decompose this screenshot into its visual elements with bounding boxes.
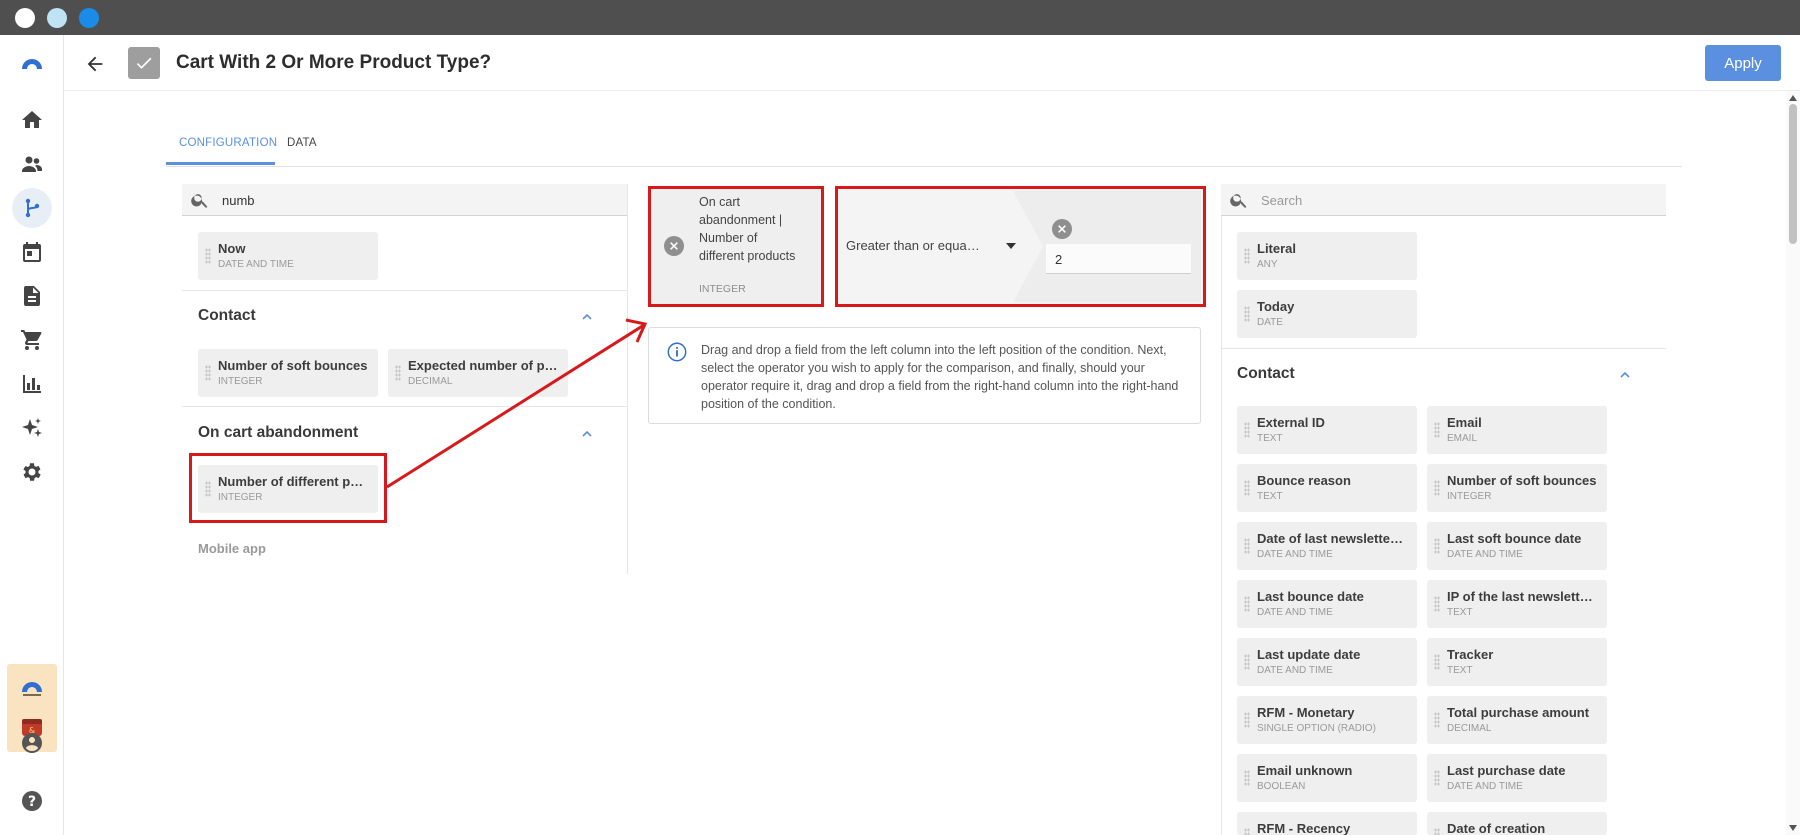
apply-button[interactable]: Apply — [1705, 45, 1781, 81]
field-card[interactable]: Last soft bounce date DATE AND TIME — [1427, 522, 1607, 570]
help-icon[interactable]: ? — [18, 787, 46, 815]
field-card[interactable]: Last purchase date DATE AND TIME — [1427, 754, 1607, 802]
highlight-box-source-field — [189, 453, 387, 523]
field-card[interactable]: RFM - Recency — [1237, 812, 1417, 835]
drag-handle-icon[interactable] — [1434, 828, 1440, 835]
field-card[interactable]: Last update date DATE AND TIME — [1237, 638, 1417, 686]
drag-handle-icon[interactable] — [1434, 712, 1440, 728]
field-card-literal[interactable]: Literal ANY — [1237, 232, 1417, 280]
drag-handle-icon[interactable] — [1244, 654, 1250, 670]
cart-icon[interactable] — [18, 326, 46, 354]
field-card[interactable]: Date of creation — [1427, 812, 1607, 835]
field-card[interactable]: Last bounce date DATE AND TIME — [1237, 580, 1417, 628]
logo-icon[interactable] — [18, 48, 46, 76]
field-card-today[interactable]: Today DATE — [1237, 290, 1417, 338]
drag-handle-icon[interactable] — [1434, 480, 1440, 496]
brand-logo-icon[interactable] — [20, 678, 44, 698]
drag-handle-icon[interactable] — [1244, 480, 1250, 496]
tab-active-indicator — [166, 162, 275, 165]
svg-text:?: ? — [28, 794, 36, 810]
chevron-up-icon[interactable] — [1619, 369, 1631, 381]
tab-configuration[interactable]: CONFIGURATION — [179, 137, 277, 149]
window-maximize-button[interactable] — [79, 8, 99, 28]
drag-handle-icon[interactable] — [1244, 770, 1250, 786]
drag-handle-icon[interactable] — [1244, 538, 1250, 554]
field-card[interactable]: RFM - Monetary SINGLE OPTION (RADIO) — [1237, 696, 1417, 744]
side-navigation: & ? — [0, 35, 64, 835]
home-icon[interactable] — [18, 106, 46, 134]
field-card[interactable]: Email EMAIL — [1427, 406, 1607, 454]
right-search-input[interactable] — [1261, 189, 1617, 211]
search-icon — [191, 194, 208, 208]
field-card[interactable]: IP of the last newslette… TEXT — [1427, 580, 1607, 628]
drag-handle-icon[interactable] — [1434, 538, 1440, 554]
field-card-now[interactable]: Now DATE AND TIME — [198, 232, 378, 280]
arrow-left-icon — [87, 56, 103, 72]
search-icon — [1230, 194, 1247, 208]
drag-handle-icon[interactable] — [1434, 770, 1440, 786]
help-info-box: Drag and drop a field from the left colu… — [648, 327, 1201, 424]
drag-handle-icon[interactable] — [205, 248, 211, 264]
sparkle-icon[interactable] — [18, 414, 46, 442]
field-card[interactable]: Number of soft bounces INTEGER — [1427, 464, 1607, 512]
chart-icon[interactable] — [18, 370, 46, 398]
drag-handle-icon[interactable] — [1244, 422, 1250, 438]
drag-handle-icon[interactable] — [1434, 596, 1440, 612]
drag-handle-icon[interactable] — [1244, 828, 1250, 835]
calendar-icon[interactable] — [18, 238, 46, 266]
account-icon[interactable] — [18, 729, 46, 757]
window-close-button[interactable] — [15, 8, 35, 28]
highlight-box-left-operand — [648, 186, 824, 307]
drag-handle-icon[interactable] — [1244, 306, 1250, 322]
highlight-box-operator-value — [835, 186, 1206, 307]
drag-handle-icon[interactable] — [1434, 422, 1440, 438]
field-card[interactable]: Tracker TEXT — [1427, 638, 1607, 686]
scenarios-icon[interactable] — [18, 194, 46, 222]
field-card[interactable]: Email unknown BOOLEAN — [1237, 754, 1417, 802]
scroll-down-arrow-icon[interactable] — [1789, 825, 1797, 831]
document-icon[interactable] — [18, 282, 46, 310]
drag-handle-icon[interactable] — [205, 365, 211, 381]
back-button[interactable] — [82, 51, 108, 77]
field-card[interactable]: Total purchase amount DECIMAL — [1427, 696, 1607, 744]
scrollbar-thumb[interactable] — [1789, 104, 1797, 244]
field-card[interactable]: Bounce reason TEXT — [1237, 464, 1417, 512]
section-divider — [182, 290, 627, 291]
gear-icon[interactable] — [18, 458, 46, 486]
drag-handle-icon[interactable] — [1244, 248, 1250, 264]
tabs-divider — [166, 166, 1682, 167]
check-icon — [136, 57, 152, 69]
field-card-number-of-soft-bounces[interactable]: Number of soft bounces INTEGER — [198, 349, 378, 397]
field-card[interactable]: Date of last newsletter… DATE AND TIME — [1237, 522, 1417, 570]
section-title-cart-abandonment: On cart abandonment — [198, 424, 359, 441]
section-title-mobile-app: Mobile app — [198, 541, 266, 556]
annotation-arrow — [386, 318, 648, 489]
section-divider — [1221, 348, 1666, 349]
drag-handle-icon[interactable] — [1244, 596, 1250, 612]
scroll-up-arrow-icon[interactable] — [1789, 95, 1797, 101]
condition-type-badge — [128, 47, 160, 79]
drag-handle-icon[interactable] — [1434, 654, 1440, 670]
page-title: Cart With 2 Or More Product Type? — [176, 52, 492, 73]
field-card[interactable]: External ID TEXT — [1237, 406, 1417, 454]
section-title-contact: Contact — [198, 307, 256, 324]
section-title-contact-right: Contact — [1237, 365, 1295, 382]
left-search-box[interactable] — [182, 184, 627, 216]
window-minimize-button[interactable] — [47, 8, 67, 28]
contacts-icon[interactable] — [18, 150, 46, 178]
right-search-box[interactable] — [1221, 184, 1666, 216]
column-divider — [1221, 184, 1222, 835]
help-info-text: Drag and drop a field from the left colu… — [701, 343, 1179, 411]
tab-data[interactable]: DATA — [287, 137, 317, 149]
drag-handle-icon[interactable] — [1244, 712, 1250, 728]
left-search-input[interactable] — [222, 189, 578, 211]
window-titlebar — [0, 0, 1800, 35]
page-header: Cart With 2 Or More Product Type? Apply — [64, 35, 1800, 91]
